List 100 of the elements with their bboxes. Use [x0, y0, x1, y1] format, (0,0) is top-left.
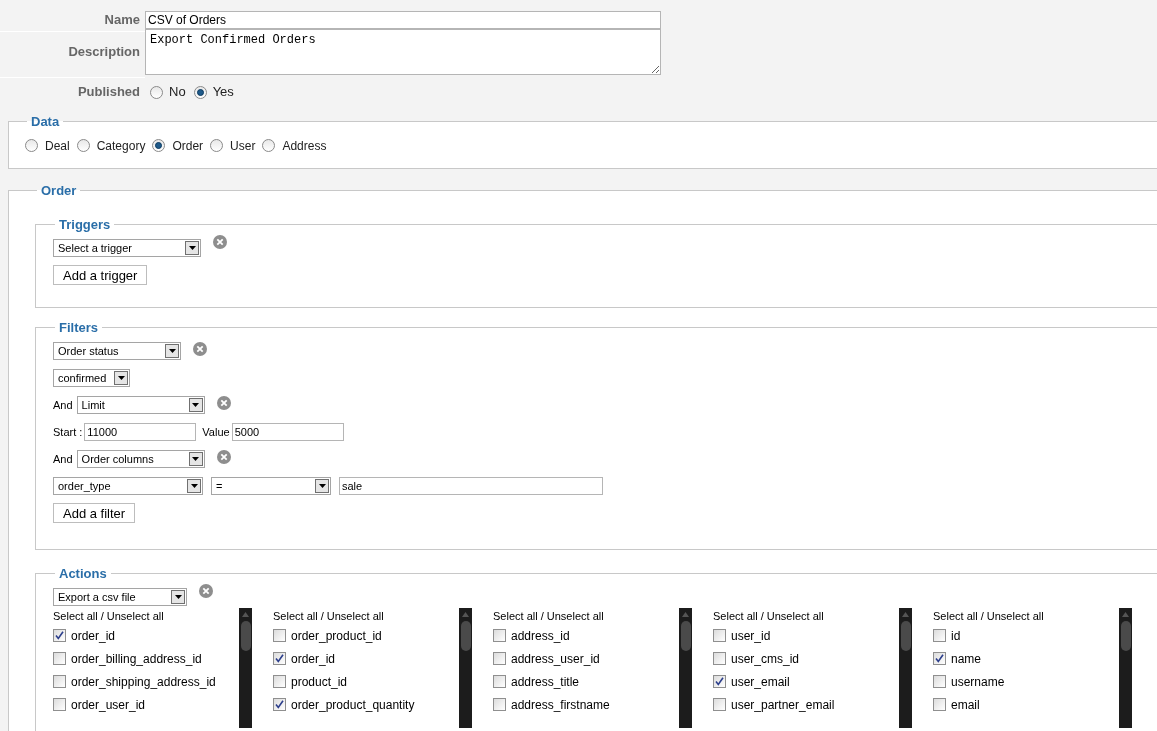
checkbox[interactable]	[273, 652, 286, 665]
text-field[interactable]: 5000	[231, 423, 344, 441]
select-all-link[interactable]: Select all / Unselect all	[53, 608, 164, 624]
scrollbar-thumb[interactable]	[900, 621, 911, 651]
radio-label: Order	[172, 137, 204, 155]
dropdown[interactable]: Order status	[53, 342, 181, 360]
radio-button[interactable]	[152, 139, 166, 152]
scrollbar[interactable]	[239, 608, 252, 728]
field-label: Name	[104, 10, 140, 29]
checkbox[interactable]	[273, 698, 286, 711]
dropdown[interactable]: Limit	[76, 396, 205, 414]
column-option-label: user_email	[731, 673, 790, 691]
scrollbar[interactable]	[1119, 608, 1132, 728]
checkbox[interactable]	[273, 675, 286, 688]
scroll-up-arrow-icon[interactable]	[682, 612, 689, 617]
scroll-up-arrow-icon[interactable]	[242, 612, 249, 617]
add-button[interactable]: Add a filter	[53, 503, 136, 523]
close-icon[interactable]	[193, 342, 207, 356]
dropdown[interactable]: Order columns	[76, 450, 205, 468]
scrollbar-thumb[interactable]	[680, 621, 691, 651]
checkbox[interactable]	[713, 698, 726, 711]
checkbox[interactable]	[493, 629, 506, 642]
scroll-up-arrow-icon[interactable]	[902, 612, 909, 617]
section-title: Actions	[58, 564, 108, 583]
dropdown[interactable]: Export a csv file	[53, 588, 187, 606]
field-label: Published	[77, 83, 140, 102]
checkbox[interactable]	[713, 629, 726, 642]
column-option-label: name	[951, 650, 982, 668]
radio-label: Address	[282, 137, 327, 155]
radio-button[interactable]	[262, 139, 276, 152]
column-option-label: order_id	[71, 627, 116, 645]
caret-icon	[185, 241, 199, 255]
connector-label: And	[53, 397, 73, 413]
add-button[interactable]: Add a trigger	[53, 265, 148, 285]
checkbox[interactable]	[713, 652, 726, 665]
scroll-up-arrow-icon[interactable]	[1122, 612, 1129, 617]
caret-icon	[188, 398, 203, 412]
column-option-label: user_id	[731, 627, 771, 645]
radio-button[interactable]	[76, 139, 90, 152]
scrollbar[interactable]	[679, 608, 692, 728]
scrollbar-thumb[interactable]	[240, 621, 251, 651]
close-icon[interactable]	[216, 396, 231, 410]
dropdown[interactable]: =	[211, 477, 331, 495]
radio-button[interactable]	[210, 139, 224, 152]
checkbox[interactable]	[493, 698, 506, 711]
close-icon[interactable]	[199, 584, 213, 598]
radio-button[interactable]	[25, 139, 38, 152]
radio-label: Category	[96, 137, 146, 155]
radio-label: No	[169, 83, 186, 102]
select-all-link[interactable]: Select all / Unselect all	[933, 608, 1044, 624]
description-field[interactable]: Export Confirmed Orders	[145, 29, 661, 75]
select-all-link[interactable]: Select all / Unselect all	[273, 608, 384, 624]
checkbox[interactable]	[53, 629, 66, 642]
scrollbar-thumb[interactable]	[460, 621, 471, 651]
close-icon[interactable]	[213, 235, 227, 249]
radio-label: User	[230, 137, 256, 155]
scroll-up-arrow-icon[interactable]	[462, 612, 469, 617]
caret-icon	[171, 590, 185, 604]
checkbox[interactable]	[493, 652, 506, 665]
checkbox[interactable]	[933, 652, 946, 665]
radio-button[interactable]	[150, 85, 163, 99]
select-all-link[interactable]: Select all / Unselect all	[713, 608, 824, 624]
checkbox[interactable]	[53, 652, 66, 665]
column-option-label: id	[951, 627, 961, 645]
column-option-label: order_shipping_address_id	[71, 673, 216, 691]
text-field[interactable]: CSV of Orders	[145, 11, 661, 29]
checkbox[interactable]	[933, 675, 946, 688]
close-icon[interactable]	[216, 450, 231, 464]
radio-button[interactable]	[193, 85, 207, 99]
section-title: Filters	[58, 318, 99, 337]
column-option-label: email	[951, 696, 980, 714]
select-all-link[interactable]: Select all / Unselect all	[493, 608, 604, 624]
scrollbar[interactable]	[459, 608, 472, 728]
text-field[interactable]: 11000	[84, 423, 197, 441]
checkbox[interactable]	[273, 629, 286, 642]
dropdown[interactable]: confirmed	[53, 369, 131, 387]
checkbox[interactable]	[933, 698, 946, 711]
column-option-label: order_billing_address_id	[71, 650, 202, 668]
section-title: Triggers	[58, 215, 112, 234]
column-option-label: product_id	[291, 673, 348, 691]
text-field[interactable]: sale	[339, 477, 603, 495]
checkbox[interactable]	[53, 675, 66, 688]
checkbox[interactable]	[713, 675, 726, 688]
checkbox[interactable]	[933, 629, 946, 642]
column-option-label: user_cms_id	[731, 650, 800, 668]
caret-icon	[165, 344, 179, 358]
caret-icon	[187, 479, 201, 493]
column-option-label: address_id	[511, 627, 570, 645]
field-label: Description	[68, 42, 140, 61]
dropdown[interactable]: Select a trigger	[53, 239, 201, 257]
scrollbar-thumb[interactable]	[1120, 621, 1131, 651]
dropdown[interactable]: order_type	[53, 477, 203, 495]
checkbox[interactable]	[53, 698, 66, 711]
checkbox[interactable]	[493, 675, 506, 688]
radio-label: Deal	[45, 137, 70, 155]
column-option-label: address_title	[511, 673, 580, 691]
scrollbar[interactable]	[899, 608, 912, 728]
field-label: Value	[202, 424, 230, 440]
column-option-label: user_partner_email	[731, 696, 835, 714]
column-option-label: address_user_id	[511, 650, 600, 668]
